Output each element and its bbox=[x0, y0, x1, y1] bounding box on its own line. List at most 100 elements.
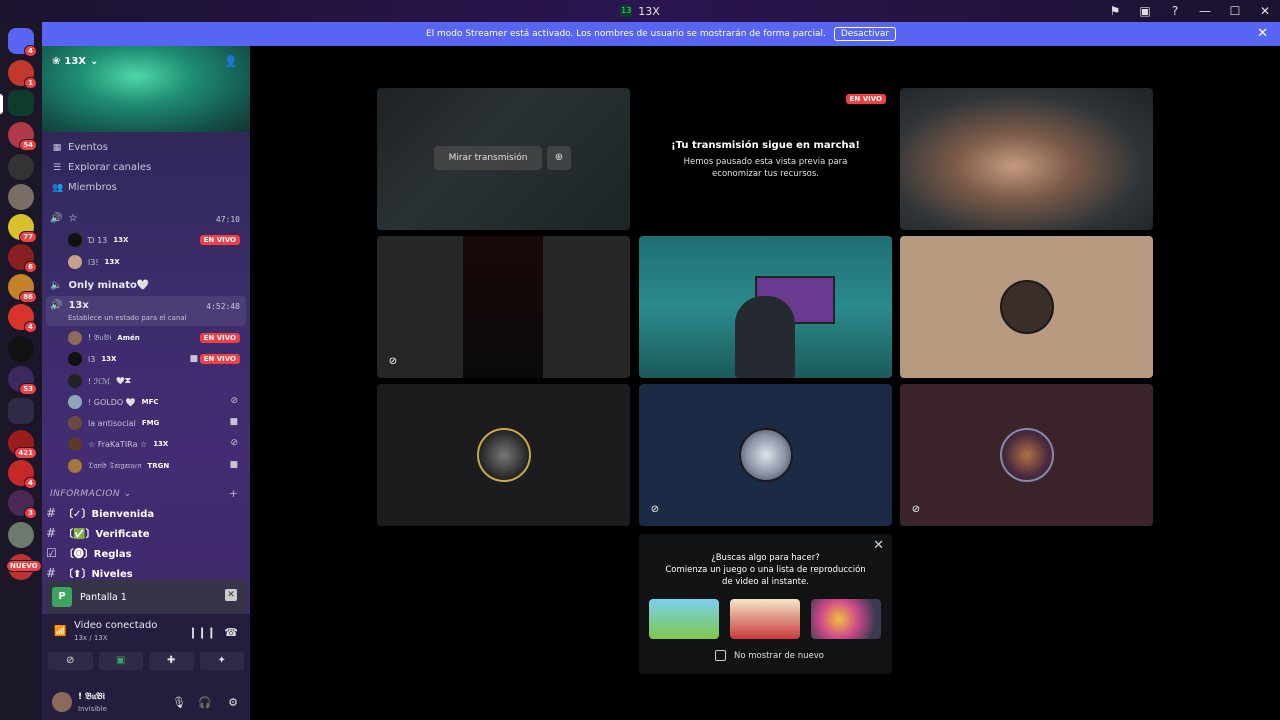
disconnect-icon[interactable]: ☎ bbox=[224, 626, 238, 639]
chevron-down-icon: ⌄ bbox=[90, 56, 99, 67]
microphone-icon[interactable]: 🎙 bbox=[172, 696, 186, 709]
settings-icon[interactable]: ⚙ bbox=[228, 696, 238, 709]
close-icon[interactable]: ✕ bbox=[873, 538, 884, 553]
camera-icon: ■ bbox=[189, 354, 198, 364]
text-channel[interactable]: # 〔✅〕Verificate bbox=[46, 525, 150, 541]
soundboard-button[interactable]: ✦ bbox=[199, 652, 244, 670]
server-icon[interactable]: 4 bbox=[8, 304, 37, 333]
channel-status[interactable]: Establece un estado para el canal bbox=[68, 314, 187, 322]
category-header[interactable]: INFORMACION ⌄ bbox=[50, 489, 131, 499]
text-channel[interactable]: # 〔⬆〕Niveles bbox=[46, 565, 133, 581]
server-icon[interactable]: 421 bbox=[8, 430, 37, 459]
discord-home-icon[interactable]: 4 bbox=[8, 28, 37, 57]
dont-show-again-checkbox[interactable]: No mostrar de nuevo bbox=[715, 650, 824, 661]
avatar bbox=[68, 233, 82, 247]
live-badge: EN VIVO bbox=[199, 354, 240, 364]
close-icon[interactable]: ✕ bbox=[1257, 26, 1268, 41]
checkbox-icon[interactable] bbox=[715, 650, 726, 661]
activity-suggestion-popup: ✕ ¿Buscas algo para hacer? Comienza un j… bbox=[639, 534, 892, 674]
server-icon[interactable]: 86 bbox=[8, 274, 37, 303]
voice-user[interactable]: la antisocial FMG bbox=[68, 415, 159, 431]
avatar-tile[interactable] bbox=[900, 236, 1153, 378]
stream-tile[interactable]: Mirar transmisión ⊕ bbox=[377, 88, 630, 230]
server-icon[interactable] bbox=[8, 184, 34, 210]
live-badge: EN VIVO bbox=[199, 333, 240, 343]
voice-channel[interactable]: 🔊 ☆ bbox=[50, 213, 77, 224]
activities-button[interactable]: ✚ bbox=[149, 652, 194, 670]
server-icon[interactable]: 54 bbox=[8, 122, 37, 151]
server-icon[interactable] bbox=[8, 336, 34, 362]
maximize-button[interactable]: ☐ bbox=[1220, 4, 1250, 18]
folder-icon[interactable] bbox=[8, 398, 34, 424]
avatar-tile[interactable]: ⊘ bbox=[639, 384, 892, 526]
inbox-icon[interactable]: ⚑ bbox=[1100, 4, 1130, 18]
server-icon[interactable]: 53 bbox=[8, 366, 37, 395]
voice-user[interactable]: 𝔇𝔞𝔳𝔦𝔡 𝔗𝔞𝔯𝔤𝔞𝔯𝔶𝔢𝔫 TRGN bbox=[68, 458, 169, 474]
paused-title: ¡Tu transmisión sigue en marcha! bbox=[671, 140, 860, 151]
voice-channel[interactable]: 🔊 13x bbox=[50, 300, 89, 311]
hash-icon: # bbox=[46, 505, 57, 520]
screen-icon[interactable]: ▣ bbox=[1130, 4, 1160, 18]
add-channel-icon[interactable]: + bbox=[229, 487, 238, 500]
signal-icon[interactable]: 📶 bbox=[54, 626, 66, 637]
nav-explore[interactable]: ☰ Explorar canales bbox=[52, 162, 151, 173]
server-icon[interactable]: 3 bbox=[8, 490, 37, 519]
voice-user[interactable]: Ɗ 13 13X bbox=[68, 232, 128, 248]
headphones-icon[interactable]: 🎧 bbox=[198, 696, 212, 709]
server-banner[interactable]: ❀ 13X ⌄ 👤 bbox=[42, 46, 250, 132]
avatar-tile[interactable] bbox=[377, 384, 630, 526]
webcam-tile[interactable] bbox=[900, 88, 1153, 230]
screen-share-button[interactable]: ▣ bbox=[98, 652, 143, 670]
voice-status[interactable]: Video conectado bbox=[74, 620, 157, 631]
voice-user[interactable]: ! ℋℳ 🤍ⵣ bbox=[68, 373, 131, 389]
game-thumbnail[interactable] bbox=[811, 599, 881, 639]
person-silhouette bbox=[735, 296, 795, 378]
server-name[interactable]: ❀ 13X ⌄ bbox=[52, 56, 98, 67]
screen-share-bar[interactable]: P Pantalla 1 ✕ bbox=[46, 580, 247, 614]
server-icon[interactable]: 77 bbox=[8, 214, 37, 243]
invite-icon[interactable]: 👤 bbox=[224, 55, 238, 68]
voice-location[interactable]: 13x / 13X bbox=[74, 634, 108, 642]
nav-members[interactable]: 👥 Miembros bbox=[52, 182, 117, 193]
minimize-button[interactable]: — bbox=[1190, 4, 1220, 18]
user-panel: ! 𝔅𝔲𝔅𝔦 Invisible 🎙 🎧 ⚙ bbox=[42, 684, 250, 720]
server-icon[interactable]: 6 bbox=[8, 244, 37, 273]
deafened-icon: ⊘ bbox=[911, 504, 921, 515]
voice-user[interactable]: l3! 13X bbox=[68, 254, 120, 270]
avatar-tile[interactable]: ⊘ bbox=[900, 384, 1153, 526]
close-window-button[interactable]: ✕ bbox=[1250, 4, 1280, 18]
deactivate-button[interactable]: Desactivar bbox=[833, 27, 897, 41]
muted-icon: ⊘ bbox=[230, 396, 238, 406]
webcam-tile[interactable] bbox=[639, 236, 892, 378]
hash-icon: # bbox=[46, 565, 57, 580]
server-icon[interactable] bbox=[8, 154, 34, 180]
voice-channel[interactable]: 🔈 Only minato🤍 bbox=[50, 280, 149, 291]
voice-user[interactable]: ! 𝔅𝔲𝔅𝔦 Amén bbox=[68, 330, 140, 346]
game-thumbnail[interactable] bbox=[649, 599, 719, 639]
text-channel[interactable]: # 〔✓〕Bienvenida bbox=[46, 505, 154, 521]
voice-user[interactable]: ☆ FraKaTIRa ☆ 13X bbox=[68, 436, 168, 452]
text-channel[interactable]: ☑ 〔🅞〕Reglas bbox=[46, 545, 132, 561]
paused-body: Hemos pausado esta vista previa para eco… bbox=[683, 157, 848, 179]
paused-stream-tile[interactable]: EN VIVO ¡Tu transmisión sigue en marcha!… bbox=[639, 88, 892, 230]
server-icon[interactable]: 4 bbox=[8, 460, 37, 489]
help-icon[interactable]: ? bbox=[1160, 4, 1190, 18]
nav-events[interactable]: ▦ Eventos bbox=[52, 142, 108, 153]
server-icon[interactable]: 1 bbox=[8, 60, 37, 89]
game-thumbnail[interactable] bbox=[730, 599, 800, 639]
watch-stream-button[interactable]: Mirar transmisión bbox=[434, 146, 542, 170]
noise-suppression-icon[interactable]: ❙❙❙ bbox=[188, 626, 216, 639]
voice-user[interactable]: ! GOLDO 🤍 MFC bbox=[68, 394, 159, 410]
avatar[interactable] bbox=[52, 692, 72, 712]
close-icon[interactable]: ✕ bbox=[225, 589, 237, 601]
voice-user[interactable]: l3 13X bbox=[68, 351, 116, 367]
server-icon[interactable] bbox=[8, 522, 34, 548]
video-tile[interactable]: ⊘ bbox=[377, 236, 630, 378]
camera-off-button[interactable]: ⊘ bbox=[48, 652, 93, 670]
live-badge: EN VIVO bbox=[845, 94, 886, 104]
popout-icon[interactable]: ⊕ bbox=[547, 146, 571, 170]
voice-icon: 🔈 bbox=[50, 280, 63, 291]
server-13x-icon[interactable] bbox=[8, 90, 34, 116]
server-icon[interactable]: NUEVO bbox=[6, 554, 42, 580]
title-bar: 13 13X ⚑ ▣ ? — ☐ ✕ bbox=[0, 0, 1280, 22]
